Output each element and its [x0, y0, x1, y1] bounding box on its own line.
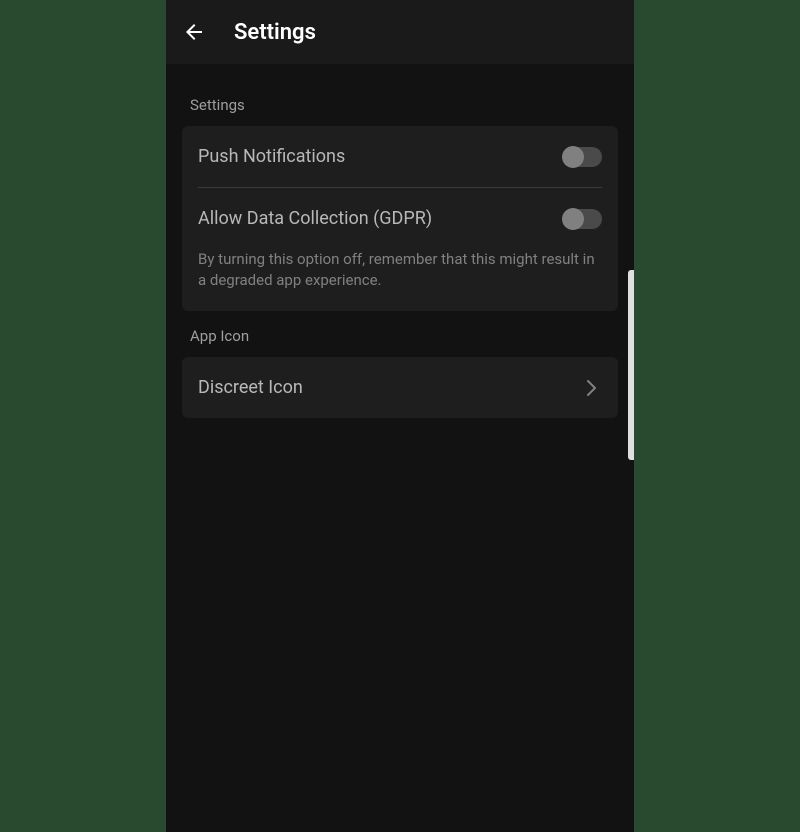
- data-collection-label: Allow Data Collection (GDPR): [198, 208, 432, 229]
- toggle-knob: [562, 146, 584, 168]
- chevron-right-icon: [582, 378, 602, 398]
- data-collection-toggle[interactable]: [564, 209, 602, 229]
- push-notifications-toggle[interactable]: [564, 147, 602, 167]
- app-icon-section-label: App Icon: [182, 311, 618, 357]
- data-collection-description: By turning this option off, remember tha…: [182, 249, 618, 311]
- page-title: Settings: [234, 20, 316, 45]
- push-notifications-row[interactable]: Push Notifications: [182, 126, 618, 187]
- toggle-knob: [562, 208, 584, 230]
- discreet-icon-row[interactable]: Discreet Icon: [182, 357, 618, 418]
- push-notifications-label: Push Notifications: [198, 146, 345, 167]
- back-button[interactable]: [182, 20, 206, 44]
- settings-card: Push Notifications Allow Data Collection…: [182, 126, 618, 311]
- scroll-indicator[interactable]: [628, 270, 634, 460]
- settings-section-label: Settings: [182, 80, 618, 126]
- arrow-back-icon: [182, 20, 206, 44]
- app-screen: Settings Settings Push Notifications All…: [166, 0, 634, 832]
- app-icon-card: Discreet Icon: [182, 357, 618, 418]
- discreet-icon-label: Discreet Icon: [198, 377, 303, 398]
- header-bar: Settings: [166, 0, 634, 64]
- content-area: Settings Push Notifications Allow Data C…: [166, 64, 634, 434]
- data-collection-row[interactable]: Allow Data Collection (GDPR): [182, 188, 618, 249]
